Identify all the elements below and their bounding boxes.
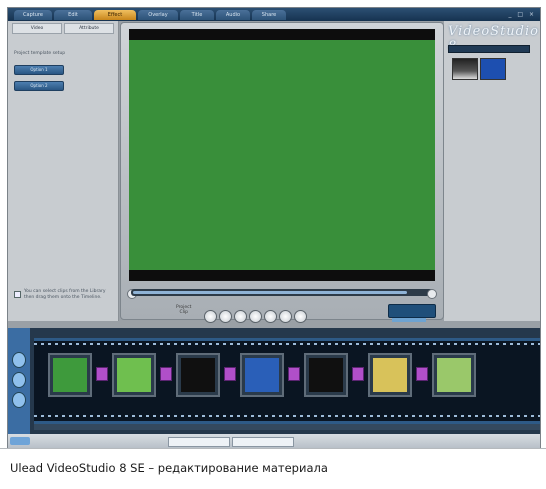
preview-window [120,22,444,320]
timeline-clip[interactable] [304,353,348,397]
timeline [8,328,540,434]
timecode-indicator [392,318,426,322]
timecode-display[interactable] [388,304,436,318]
play-button[interactable] [204,310,217,323]
previous-frame-button[interactable] [234,310,247,323]
taskbar-item-2[interactable] [232,437,294,447]
timeline-clip[interactable] [48,353,92,397]
transition-marker[interactable] [352,367,364,381]
windows-taskbar [8,434,540,448]
volume-button[interactable] [294,310,307,323]
timeline-clip[interactable] [176,353,220,397]
timeline-view-switcher [8,328,30,434]
tab-overlay[interactable]: Overlay [138,10,178,20]
start-button[interactable] [10,437,30,445]
project-clip-switch[interactable]: Project Clip [176,305,191,315]
home-button[interactable] [219,310,232,323]
caption-text: Ulead VideoStudio 8 SE – редактирование … [10,461,328,475]
tab-edit[interactable]: Edit [54,10,92,20]
audio-view-icon[interactable] [12,392,26,408]
next-frame-button[interactable] [249,310,262,323]
filmstrip-sprockets-bottom [34,415,540,417]
tab-effect[interactable]: Effect [94,10,136,20]
timeline-clip[interactable] [432,353,476,397]
timeline-scrollbar[interactable] [34,424,540,430]
timeline-view-icon[interactable] [12,372,26,388]
library-thumbnail-2[interactable] [480,58,506,80]
tab-attribute[interactable]: Attribute [64,23,114,34]
options-label: Project template setup [14,51,66,56]
transition-marker[interactable] [416,367,428,381]
figure-caption: Ulead VideoStudio 8 SE – редактирование … [0,448,546,489]
video-frame [129,40,435,270]
transition-marker[interactable] [288,367,300,381]
tab-capture[interactable]: Capture [14,10,52,20]
repeat-button[interactable] [279,310,292,323]
window-controls[interactable]: _ □ × [508,11,536,18]
scrubber-progress [133,291,408,294]
storyboard-view-icon[interactable] [12,352,26,368]
tip-checkbox[interactable] [14,291,21,298]
tab-share[interactable]: Share [252,10,286,20]
filmstrip-sprockets-top [34,343,540,345]
library-thumbnail-1[interactable] [452,58,478,80]
video-preview [129,29,435,281]
options-button-1[interactable]: Option 1 [14,65,64,75]
end-button[interactable] [264,310,277,323]
options-button-2[interactable]: Option 2 [14,81,64,91]
timeline-clip[interactable] [112,353,156,397]
transition-marker[interactable] [224,367,236,381]
preview-scrubber[interactable] [131,289,433,296]
transition-marker[interactable] [96,367,108,381]
timeline-clip[interactable] [240,353,284,397]
app-window: Capture Edit Effect Overlay Title Audio … [7,7,541,449]
options-panel: Video Attribute Project template setup O… [8,21,119,321]
step-tab-bar: Capture Edit Effect Overlay Title Audio … [8,8,540,21]
preview-end-button[interactable] [427,289,437,299]
library-dropdown[interactable] [448,45,530,53]
tip-text: You can select clips from the Library th… [24,289,106,300]
tab-video-options[interactable]: Video [12,23,62,34]
tab-title[interactable]: Title [180,10,214,20]
timeline-clip[interactable] [368,353,412,397]
taskbar-item-1[interactable] [168,437,230,447]
tab-audio[interactable]: Audio [216,10,250,20]
transition-marker[interactable] [160,367,172,381]
storyboard-filmstrip [34,338,540,424]
